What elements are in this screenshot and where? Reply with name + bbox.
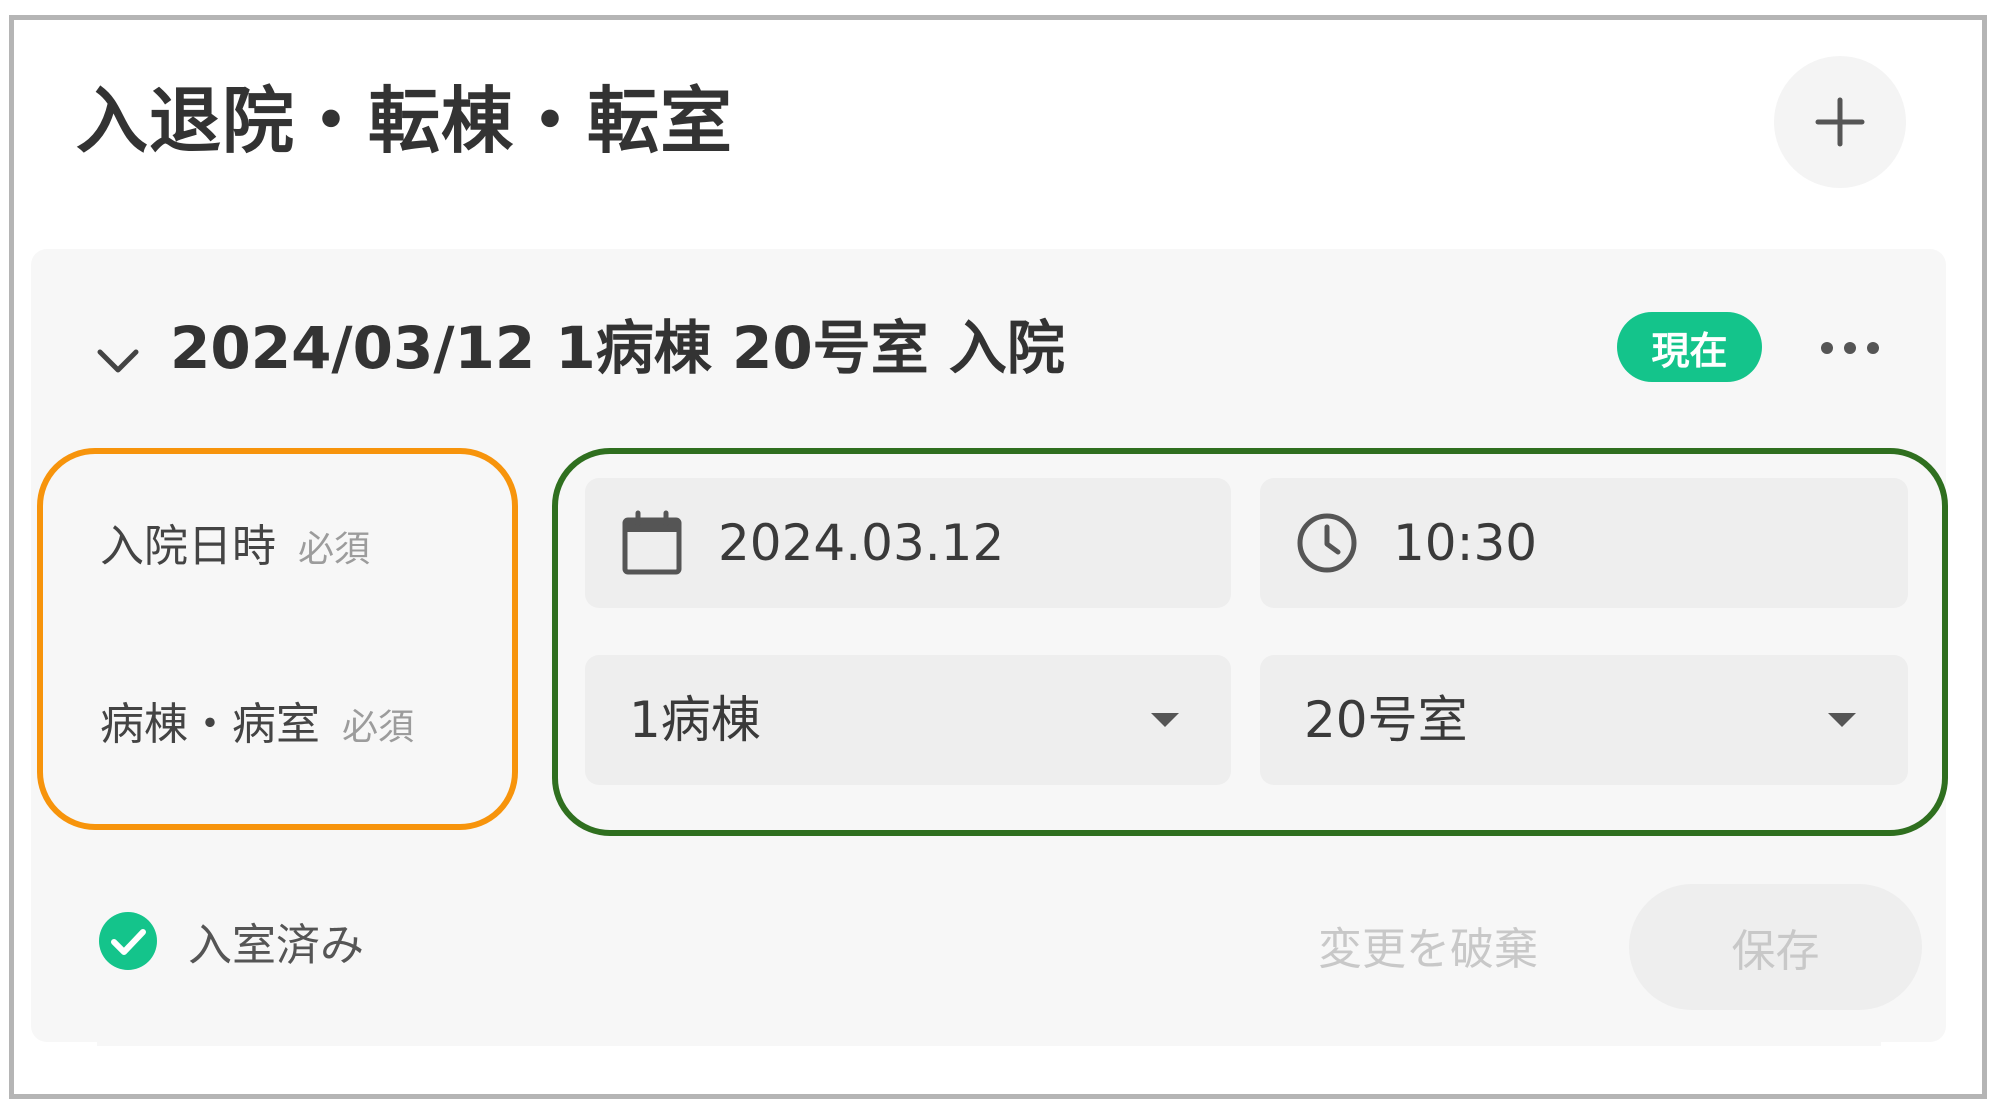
room-entered-status-text: 入室済み [188, 920, 364, 971]
admission-time-value: 10:30 [1393, 514, 1538, 572]
room-entered-status: 入室済み [98, 910, 364, 972]
field-labels-highlight [37, 448, 518, 830]
required-mark: 必須 [298, 529, 371, 570]
check-circle-icon [99, 912, 157, 970]
ward-select[interactable]: 1病棟 [585, 655, 1231, 785]
more-options-button[interactable] [1815, 320, 1885, 376]
ward-room-label: 病棟・病室 必須 [100, 703, 414, 747]
admission-datetime-label-text: 入院日時 [100, 521, 276, 572]
save-button[interactable]: 保存 [1629, 884, 1922, 1010]
clock-icon [1297, 513, 1357, 573]
room-select[interactable]: 20号室 [1260, 655, 1908, 785]
caret-down-icon [1151, 713, 1179, 727]
admission-time-field[interactable]: 10:30 [1260, 478, 1908, 608]
add-record-button[interactable] [1774, 56, 1906, 188]
record-title[interactable]: 2024/03/12 1病棟 20号室 入院 [170, 319, 1065, 377]
caret-down-icon [1828, 713, 1856, 727]
more-horizontal-icon [1821, 342, 1879, 354]
panel-title: 入退院・転棟・転室 [76, 79, 734, 163]
card-bottom-edge [97, 1040, 1881, 1046]
discard-changes-button[interactable]: 変更を破棄 [1283, 905, 1573, 985]
room-select-value: 20号室 [1304, 691, 1468, 749]
admission-date-value: 2024.03.12 [718, 514, 1005, 572]
current-status-badge: 現在 [1617, 312, 1762, 382]
required-mark: 必須 [342, 707, 415, 748]
admission-date-field[interactable]: 2024.03.12 [585, 478, 1231, 608]
ward-select-value: 1病棟 [629, 691, 761, 749]
chevron-down-icon[interactable] [94, 336, 142, 384]
calendar-icon [622, 510, 682, 575]
ward-room-label-text: 病棟・病室 [100, 699, 320, 750]
plus-icon [1815, 97, 1865, 147]
admission-datetime-label: 入院日時 必須 [100, 525, 370, 569]
